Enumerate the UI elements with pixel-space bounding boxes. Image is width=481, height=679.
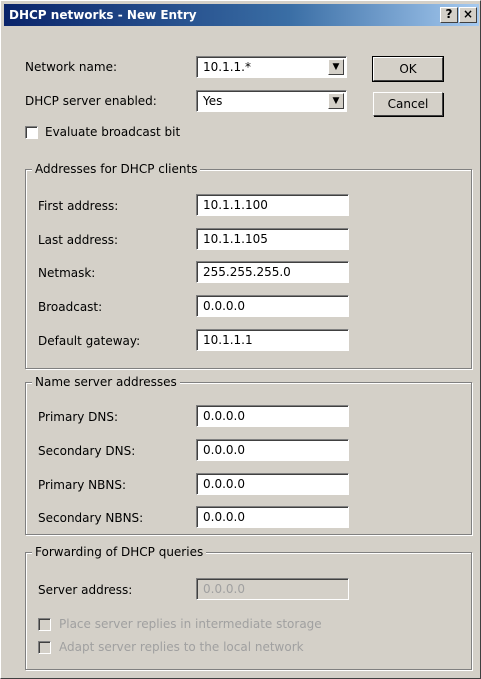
nameserver-group-title: Name server addresses [32,374,180,390]
cancel-button[interactable]: Cancel [373,92,443,116]
last-address-input[interactable]: 10.1.1.105 [196,228,349,250]
close-button[interactable]: × [459,7,477,23]
secondary-nbns-input[interactable]: 0.0.0.0 [196,506,349,528]
chevron-down-icon[interactable]: ▼ [328,59,344,75]
default-gateway-label: Default gateway: [38,334,141,348]
primary-dns-input[interactable]: 0.0.0.0 [196,405,349,427]
primary-nbns-label: Primary NBNS: [38,478,127,492]
chevron-down-icon[interactable]: ▼ [328,93,344,109]
default-gateway-input[interactable]: 10.1.1.1 [196,329,349,351]
ok-button[interactable]: OK [372,56,444,82]
adapt-replies-checkbox[interactable] [38,641,51,654]
first-address-label: First address: [38,199,119,213]
server-address-input[interactable]: 0.0.0.0 [196,578,349,600]
help-button[interactable]: ? [440,7,458,23]
dialog-window: DHCP networks - New Entry ? × Network na… [0,0,481,679]
secondary-nbns-label: Secondary NBNS: [38,511,144,525]
network-name-label: Network name: [25,60,117,74]
clients-group-title: Addresses for DHCP clients [32,161,201,177]
store-replies-label: Place server replies in intermediate sto… [59,617,322,631]
window-title: DHCP networks - New Entry [9,8,197,22]
netmask-input[interactable]: 255.255.255.0 [196,261,349,283]
primary-nbns-input[interactable]: 0.0.0.0 [196,473,349,495]
primary-dns-label: Primary DNS: [38,410,119,424]
server-address-label: Server address: [38,583,133,597]
secondary-dns-input[interactable]: 0.0.0.0 [196,439,349,461]
secondary-dns-label: Secondary DNS: [38,444,136,458]
evaluate-broadcast-checkbox[interactable] [25,126,38,139]
broadcast-label: Broadcast: [38,300,103,314]
evaluate-broadcast-label: Evaluate broadcast bit [45,125,181,139]
first-address-input[interactable]: 10.1.1.100 [196,194,349,216]
network-name-value: 10.1.1.* [203,60,251,74]
last-address-label: Last address: [38,233,118,247]
store-replies-checkbox[interactable] [38,618,51,631]
dhcp-enabled-value: Yes [203,94,223,108]
netmask-label: Netmask: [38,266,96,280]
dhcp-enabled-label: DHCP server enabled: [25,94,157,108]
forwarding-group-title: Forwarding of DHCP queries [32,544,207,560]
adapt-replies-label: Adapt server replies to the local networ… [59,640,304,654]
title-bar: DHCP networks - New Entry ? × [4,4,479,26]
network-name-combo[interactable]: 10.1.1.* ▼ [196,56,347,78]
dhcp-enabled-combo[interactable]: Yes ▼ [196,90,347,112]
broadcast-input[interactable]: 0.0.0.0 [196,295,349,317]
